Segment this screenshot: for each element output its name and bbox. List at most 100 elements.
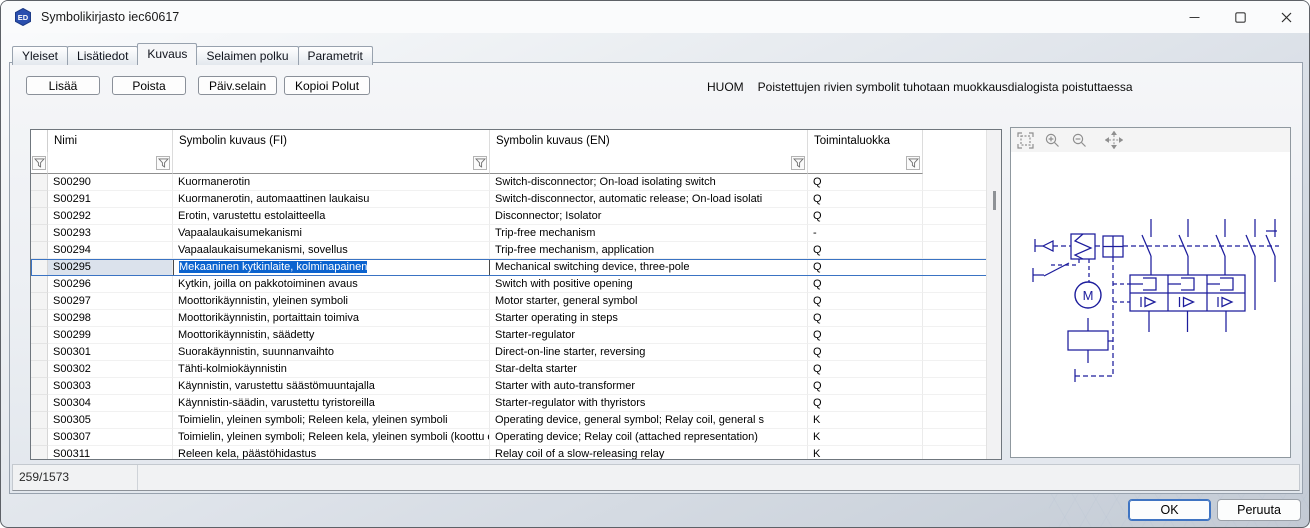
filter-cell-fi[interactable] [173, 152, 490, 174]
row-indicator[interactable] [31, 276, 48, 293]
cell-en[interactable]: Starter-regulator [490, 327, 808, 344]
table-row[interactable]: S00294 Vapaalaukaisumekanismi, sovellus … [31, 242, 1001, 259]
tab-parametrit[interactable]: Parametrit [298, 46, 373, 65]
cell-nimi[interactable]: S00297 [48, 293, 173, 310]
table-row[interactable]: S00297 Moottorikäynnistin, yleinen symbo… [31, 293, 1001, 310]
cell-luokka[interactable]: Q [808, 276, 923, 293]
cell-fi[interactable]: Toimielin, yleinen symboli; Releen kela,… [173, 429, 490, 446]
row-indicator[interactable] [31, 361, 48, 378]
update-browser-button[interactable]: Päiv.selain [198, 76, 277, 95]
column-header-nimi[interactable]: Nimi [48, 130, 173, 152]
row-indicator[interactable] [31, 327, 48, 344]
row-indicator[interactable] [31, 344, 48, 361]
cell-fi[interactable]: Kytkin, joilla on pakkotoiminen avaus [173, 276, 490, 293]
table-row[interactable]: S00298 Moottorikäynnistin, portaittain t… [31, 310, 1001, 327]
row-indicator[interactable] [31, 174, 48, 191]
filter-funnel-icon[interactable] [156, 156, 170, 170]
cell-luokka[interactable]: Q [808, 378, 923, 395]
cell-nimi[interactable]: S00299 [48, 327, 173, 344]
cell-en[interactable]: Trip-free mechanism, application [490, 242, 808, 259]
table-row[interactable]: S00304 Käynnistin-säädin, varustettu tyr… [31, 395, 1001, 412]
preview-canvas[interactable]: M [1011, 152, 1290, 457]
cell-luokka[interactable]: Q [808, 310, 923, 327]
pan-icon[interactable] [1105, 131, 1123, 149]
row-indicator[interactable] [31, 259, 48, 276]
cell-nimi[interactable]: S00290 [48, 174, 173, 191]
cell-en[interactable]: Switch with positive opening [490, 276, 808, 293]
table-row[interactable]: S00303 Käynnistin, varustettu säästömuun… [31, 378, 1001, 395]
cell-luokka[interactable]: Q [808, 174, 923, 191]
table-row[interactable]: S00293 Vapaalaukaisumekanismi Trip-free … [31, 225, 1001, 242]
cell-en[interactable]: Star-delta starter [490, 361, 808, 378]
cell-fi[interactable]: Releen kela, päästöhidastus [173, 446, 490, 460]
tab-kuvaus[interactable]: Kuvaus [137, 43, 197, 65]
column-header-fi[interactable]: Symbolin kuvaus (FI) [173, 130, 490, 152]
row-indicator[interactable] [31, 310, 48, 327]
row-indicator[interactable] [31, 429, 48, 446]
cell-fi[interactable]: Erotin, varustettu estolaitteella [173, 208, 490, 225]
cell-luokka[interactable]: - [808, 225, 923, 242]
cell-nimi[interactable]: S00311 [48, 446, 173, 460]
cell-en[interactable]: Relay coil of a slow-releasing relay [490, 446, 808, 460]
row-indicator[interactable] [31, 208, 48, 225]
cell-fi[interactable]: Moottorikäynnistin, säädetty [173, 327, 490, 344]
cell-luokka[interactable]: Q [808, 395, 923, 412]
cell-en[interactable]: Switch-disconnector, automatic release; … [490, 191, 808, 208]
tab-yleiset[interactable]: Yleiset [12, 46, 68, 65]
table-vertical-scrollbar[interactable] [986, 130, 1001, 459]
cell-luokka[interactable]: Q [808, 191, 923, 208]
row-indicator[interactable] [31, 378, 48, 395]
cell-luokka[interactable]: Q [808, 344, 923, 361]
cell-fi[interactable]: Suorakäynnistin, suunnanvaihto [173, 344, 490, 361]
column-header-en[interactable]: Symbolin kuvaus (EN) [490, 130, 808, 152]
table-row[interactable]: S00299 Moottorikäynnistin, säädetty Star… [31, 327, 1001, 344]
filter-row-funnel-icon[interactable] [32, 156, 46, 170]
cell-luokka[interactable]: K [808, 429, 923, 446]
table-row[interactable]: S00302 Tähti-kolmiokäynnistin Star-delta… [31, 361, 1001, 378]
cell-nimi[interactable]: S00296 [48, 276, 173, 293]
cell-fi[interactable]: Toimielin, yleinen symboli; Releen kela,… [173, 412, 490, 429]
table-row[interactable]: S00296 Kytkin, joilla on pakkotoiminen a… [31, 276, 1001, 293]
table-row[interactable]: S00301 Suorakäynnistin, suunnanvaihto Di… [31, 344, 1001, 361]
close-button[interactable] [1263, 1, 1309, 33]
cell-en[interactable]: Mechanical switching device, three-pole [490, 259, 808, 276]
filter-funnel-icon[interactable] [906, 156, 920, 170]
cell-fi[interactable]: Kuormanerotin, automaattinen laukaisu [173, 191, 490, 208]
cell-en[interactable]: Operating device, general symbol; Relay … [490, 412, 808, 429]
cell-nimi[interactable]: S00307 [48, 429, 173, 446]
tab-selaimen-polku[interactable]: Selaimen polku [196, 46, 298, 65]
cell-en[interactable]: Disconnector; Isolator [490, 208, 808, 225]
cell-nimi[interactable]: S00298 [48, 310, 173, 327]
scrollbar-thumb[interactable] [993, 191, 996, 210]
cell-nimi[interactable]: S00305 [48, 412, 173, 429]
cell-luokka[interactable]: Q [808, 327, 923, 344]
minimize-button[interactable] [1171, 1, 1217, 33]
maximize-button[interactable] [1217, 1, 1263, 33]
cell-luokka[interactable]: Q [808, 293, 923, 310]
cell-luokka[interactable]: Q [808, 208, 923, 225]
cell-nimi[interactable]: S00303 [48, 378, 173, 395]
filter-cell-en[interactable] [490, 152, 808, 174]
row-indicator[interactable] [31, 395, 48, 412]
column-header-luokka[interactable]: Toimintaluokka [808, 130, 923, 152]
filter-cell-luokka[interactable] [808, 152, 923, 174]
row-indicator[interactable] [31, 446, 48, 460]
row-indicator[interactable] [31, 191, 48, 208]
cell-luokka[interactable]: K [808, 412, 923, 429]
cell-en[interactable]: Operating device; Relay coil (attached r… [490, 429, 808, 446]
cell-nimi[interactable]: S00295 [48, 259, 173, 276]
cell-nimi[interactable]: S00302 [48, 361, 173, 378]
cell-nimi[interactable]: S00292 [48, 208, 173, 225]
cell-luokka[interactable]: Q [808, 259, 923, 276]
filter-funnel-icon[interactable] [473, 156, 487, 170]
cell-nimi[interactable]: S00293 [48, 225, 173, 242]
cell-nimi[interactable]: S00301 [48, 344, 173, 361]
cell-en[interactable]: Starter operating in steps [490, 310, 808, 327]
zoom-out-icon[interactable] [1070, 131, 1088, 149]
copy-paths-button[interactable]: Kopioi Polut [284, 76, 370, 95]
ok-button[interactable]: OK [1128, 499, 1211, 521]
filter-funnel-icon[interactable] [791, 156, 805, 170]
filter-cell-nimi[interactable] [48, 152, 173, 174]
zoom-in-icon[interactable] [1043, 131, 1061, 149]
cell-fi[interactable]: Vapaalaukaisumekanismi [173, 225, 490, 242]
